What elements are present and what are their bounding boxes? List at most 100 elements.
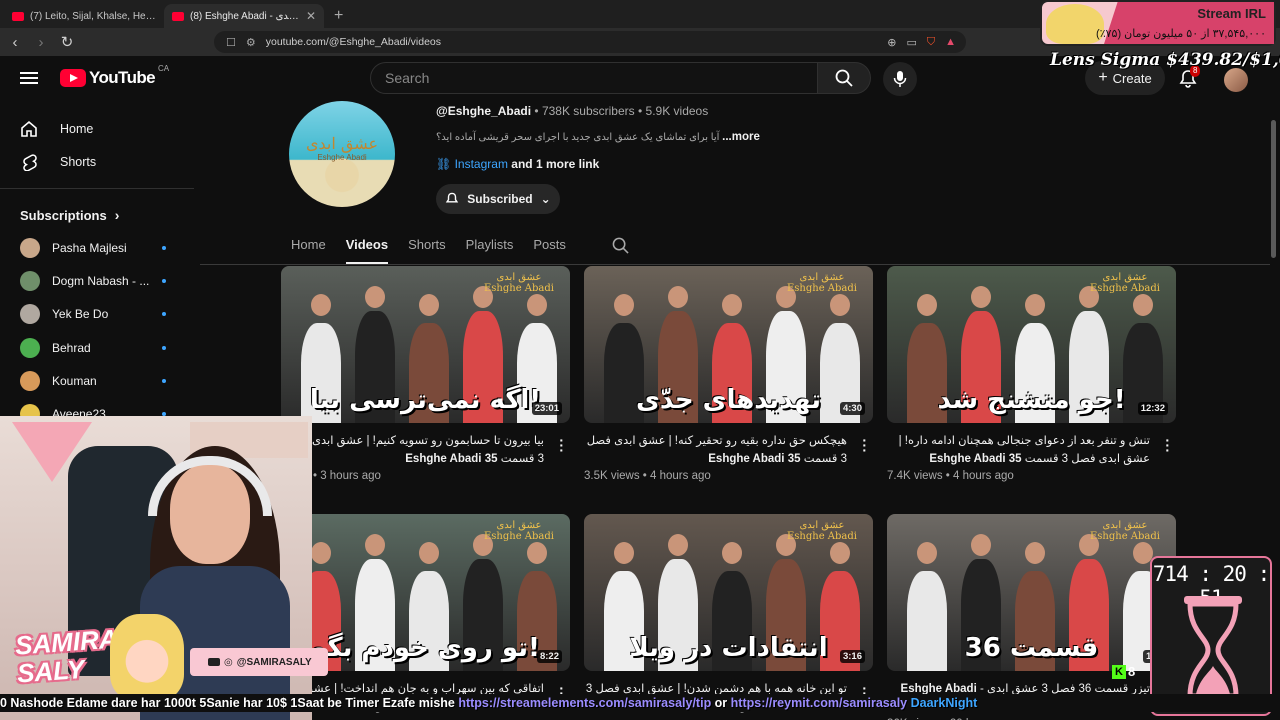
menu-icon[interactable] [20,69,38,87]
channel-search-button[interactable] [612,237,629,259]
youtube-logo[interactable]: YouTube CA [60,64,169,88]
channel-handle: @Eshghe_Abadi [436,104,532,118]
home-icon [21,120,37,137]
person-head [527,294,547,316]
person-head [830,542,850,564]
tab-posts[interactable]: Posts [533,230,566,264]
person-head [419,542,439,564]
person-head [365,286,385,308]
voice-search-button[interactable] [883,62,917,96]
plus-icon: + [1098,69,1108,86]
video-card[interactable]: عشق ابدیEshghe Abadiقسمت 361:07تیزر قسمت… [887,514,1176,720]
subscribed-button[interactable]: Subscribed ⌄ [436,184,560,214]
more-options-icon[interactable]: ··· [862,433,867,457]
new-content-dot [162,278,166,283]
forward-icon[interactable]: › [30,34,52,51]
kick-count: 8 [1128,664,1136,679]
channel-avatar[interactable]: عشق ابدی Eshghe Abadi [289,101,395,207]
sidebar-item-home[interactable]: Home [0,112,194,145]
video-card[interactable]: عشق ابدی Eshghe Abadi اگه نمی‌ترسی بیا! 23:… [281,266,570,482]
upload-age: 4 hours ago [953,470,1014,482]
site-info-icon[interactable]: ⚙ [246,36,256,49]
bell-icon [446,192,459,203]
tab-videos[interactable]: Videos [345,230,389,264]
subscriptions-header[interactable]: Subscriptions › [0,199,194,231]
video-card[interactable]: عشق ابدی Eshghe Abadi تهدیدهای جدّی 4:30 هیچ… [584,266,873,482]
thumbnail-title: تهدیدهای جدّی [636,385,821,415]
video-thumbnail[interactable]: عشق ابدی Eshghe Abadi انتقادات در ویلا 3:16 [584,514,873,671]
rewards-icon[interactable]: ▲ [945,36,956,49]
cast-icon[interactable]: ▭ [906,36,916,49]
goal-title: Stream IRL [1197,6,1266,21]
search-icon [612,237,629,254]
upload-age: 4 hours ago [650,470,711,482]
thumbnail-title: انتقادات در ویلا [629,633,828,663]
sidebar-subscription[interactable]: Kouman [0,364,180,397]
sidebar-subscription[interactable]: Pasha Majlesi [0,231,180,264]
sidebar-subscription[interactable]: Behrad [0,331,180,364]
video-title[interactable]: تنش و تنفر بعد از دعوای جنجالی همچنان اد… [887,432,1176,468]
tab-home[interactable]: Home [291,230,326,264]
tab-playlists[interactable]: Playlists [466,230,514,264]
channel-avatar [20,304,40,325]
more-links[interactable]: and 1 more link [508,157,599,171]
bookmark-icon[interactable]: ☐ [226,36,236,49]
view-count: 3.5K views [584,470,640,482]
notifications-button[interactable]: 8 [1178,65,1201,91]
video-thumbnail[interactable]: عشق ابدی Eshghe Abadi تهدیدهای جدّی 4:30 [584,266,873,423]
channel-watermark: عشق ابدی Eshghe Abadi [1090,272,1160,294]
more-options-icon[interactable]: ··· [1165,433,1170,457]
search-icon [835,69,853,87]
description-text: آیا برای تماشای یک عشق ابدی جدید با اجرا… [436,132,720,143]
hourglass-icon [1184,596,1242,704]
zoom-icon[interactable]: ⊕ [887,36,896,49]
close-tab-icon[interactable]: ✕ [306,9,316,23]
video-thumbnail[interactable]: عشق ابدی Eshghe Abadi اگه نمی‌ترسی بیا! 23:… [281,266,570,423]
video-card[interactable]: عشق ابدی Eshghe Abadi جو متشنج شد! 12:32 تنش… [887,266,1176,482]
sidebar-item-shorts[interactable]: Shorts [0,145,194,178]
account-avatar[interactable] [1224,68,1248,92]
subscription-name: Kouman [52,373,97,388]
social-handle: @SAMIRASALY [236,656,312,668]
brave-shield-icon[interactable]: ⛉ [927,36,935,49]
subscribed-label: Subscribed [467,192,533,206]
video-title[interactable]: هیچکس حق نداره بقیه رو تحقیر کنه! | عشق … [584,432,873,468]
person-head [365,534,385,556]
more-options-icon[interactable]: ··· [559,433,564,457]
browser-tab-2[interactable]: (8) Eshghe Abadi - عشق ابدی - Yo ✕ [164,4,324,28]
video-meta: views • 3 hours ago [281,470,570,482]
tab-shorts[interactable]: Shorts [408,230,446,264]
browser-tab-1[interactable]: (7) Leito, Sijal, Khalse, Heliyom - Y [4,4,164,28]
video-title[interactable]: بیا بیرون تا حسابمون رو تسویه کنیم! | عش… [281,432,570,468]
view-count: 7.4K views [887,470,943,482]
scrollbar-thumb[interactable] [1271,120,1276,258]
more-link[interactable]: ...more [722,131,760,143]
reload-icon[interactable]: ↻ [56,33,78,51]
youtube-favicon-icon [12,11,24,21]
video-card[interactable]: عشق ابدی Eshghe Abadi انتقادات در ویلا 3:16… [584,514,873,718]
back-icon[interactable]: ‹ [4,34,26,51]
shorts-icon [23,153,37,171]
ticker-or: or [711,696,731,710]
person-head [668,286,688,308]
search-input[interactable]: Search [370,62,818,94]
social-tag: ◎ @SAMIRASALY [190,648,328,676]
sidebar-subscription[interactable]: Yek Be Do [0,298,180,331]
channel-watermark: عشق ابدی Eshghe Abadi [787,520,857,542]
country-code: CA [158,64,170,73]
sidebar-item-label: Home [60,121,94,136]
video-thumbnail[interactable]: عشق ابدیEshghe Abadiقسمت 361:07 [887,514,1176,671]
person-head [614,542,634,564]
sidebar-subscription[interactable]: Dogm Nabash - ... [0,264,180,297]
url-bar[interactable]: ☐ ⚙ youtube.com/@Eshghe_Abadi/videos ⊕ ▭… [214,31,966,53]
channel-watermark: عشق ابدی Eshghe Abadi [484,520,554,542]
video-thumbnail[interactable]: عشق ابدی Eshghe Abadi جو متشنج شد! 12:32 [887,266,1176,423]
channel-avatar [20,337,40,358]
link-icon: ⛓ [436,157,452,171]
goal-progress: ۳۷,۵۴۵,۰۰۰ از ۵۰ میلیون تومان (۷۵٪) [1096,28,1266,40]
search-button[interactable] [817,62,871,94]
channel-description[interactable]: آیا برای تماشای یک عشق ابدی جدید با اجرا… [436,131,760,143]
tab-title: (8) Eshghe Abadi - عشق ابدی - Yo [190,10,300,22]
instagram-link[interactable]: Instagram [455,157,508,171]
new-tab-button[interactable]: + [324,4,353,28]
